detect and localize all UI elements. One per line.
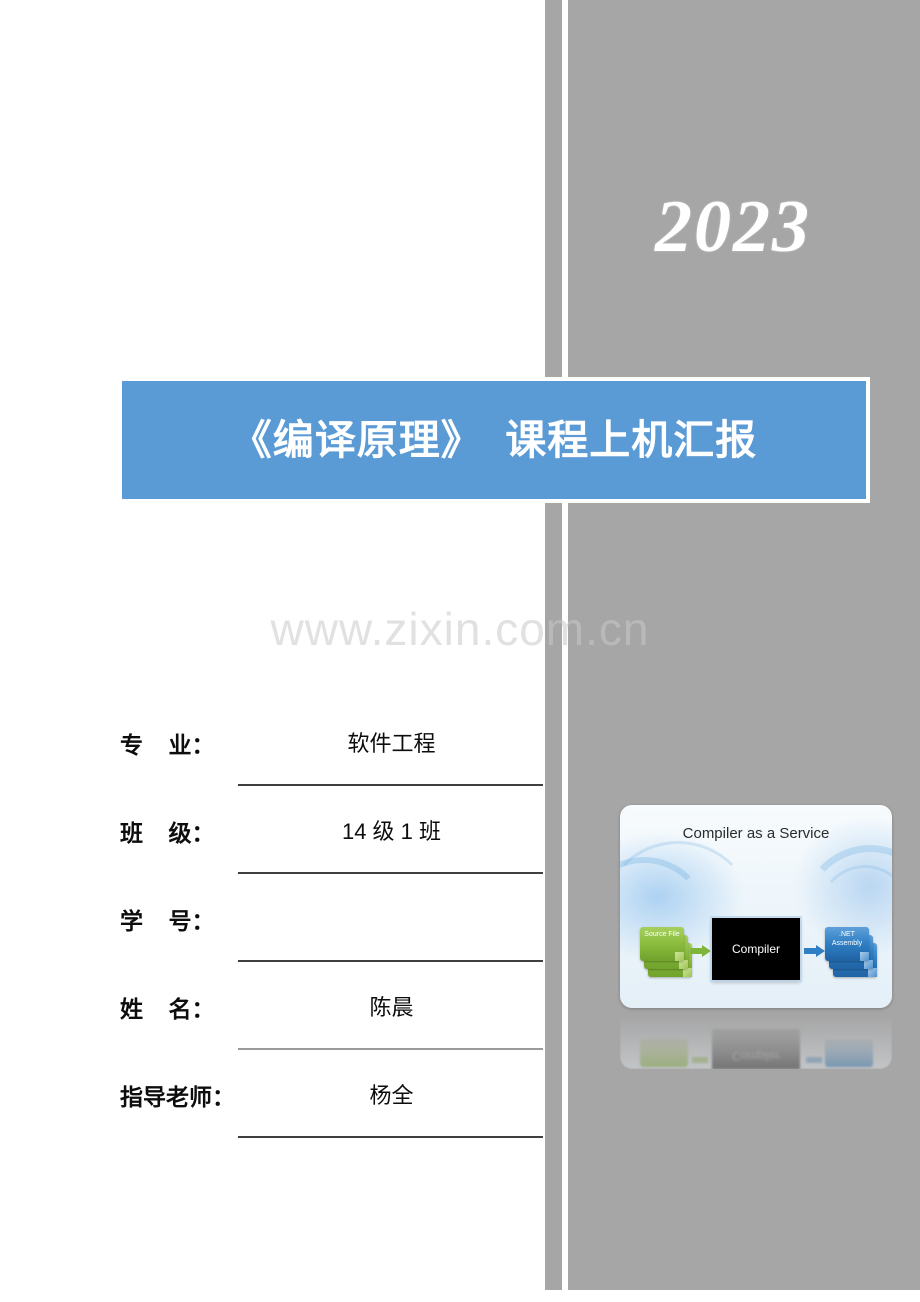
reflection-compiler-label: Compiler (731, 1049, 780, 1063)
document-title-bar: 《编译原理》 课程上机汇报 (122, 381, 866, 499)
field-value-name: 陈晨 (369, 995, 414, 1020)
reflection-assembly-stack (825, 1039, 873, 1067)
field-label-class: 班 级： (120, 820, 215, 846)
field-value-advisor: 杨全 (369, 1083, 414, 1108)
page-fold-icon (675, 952, 684, 961)
document-title: 《编译原理》 课程上机汇报 (230, 417, 758, 463)
field-label-major: 专 业： (120, 732, 215, 758)
compiler-diagram: Compiler as a Service Source File Compil… (620, 805, 892, 1069)
document-sheet: Source File (640, 927, 684, 961)
diagram-title: Compiler as a Service (682, 825, 830, 842)
field-row-student-id: 学 号： (120, 892, 545, 980)
field-label-name: 姓 名： (120, 996, 215, 1022)
document-sheet: .NET Assembly (825, 927, 869, 961)
source-file-stack-icon: Source File (640, 927, 692, 977)
arrow-right-icon (804, 945, 825, 957)
page-fold-icon (679, 960, 688, 969)
field-row-name: 姓 名： 陈晨 (120, 980, 545, 1068)
reflection-source-stack (640, 1039, 688, 1067)
net-assembly-label: .NET Assembly (831, 931, 863, 947)
compiler-box: Compiler (712, 918, 800, 980)
reflection-arrow (806, 1057, 822, 1063)
gray-band-narrow (545, 0, 562, 1290)
field-underline-student-id (238, 960, 543, 962)
field-row-major: 专 业： 软件工程 (120, 716, 545, 804)
field-underline-major (238, 784, 543, 786)
field-underline-advisor (238, 1136, 543, 1138)
page-fold-icon (683, 968, 692, 977)
field-label-advisor: 指导老师： (120, 1084, 235, 1110)
field-label-student-id: 学 号： (120, 908, 215, 934)
diagram-reflection: Compiler (620, 1011, 892, 1069)
arrow-right-icon (690, 945, 711, 957)
source-file-label: Source File (644, 931, 680, 938)
field-value-major: 软件工程 (347, 731, 436, 756)
field-underline-name (238, 1048, 543, 1050)
reflection-arrow (692, 1057, 708, 1063)
diagram-card: Compiler as a Service Source File Compil… (620, 805, 892, 1008)
field-value-class: 14 级 1 班 (341, 819, 442, 844)
net-assembly-stack-icon: .NET Assembly (825, 927, 877, 977)
field-row-class: 班 级： 14 级 1 班 (120, 804, 545, 892)
compiler-label: Compiler (731, 942, 780, 956)
field-row-advisor: 指导老师： 杨全 (120, 1068, 545, 1156)
page-fold-icon (860, 952, 869, 961)
page-fold-icon (868, 968, 877, 977)
year-label: 2023 (655, 186, 811, 268)
field-underline-class (238, 872, 543, 874)
page-fold-icon (864, 960, 873, 969)
cover-fields: 专 业： 软件工程 班 级： 14 级 1 班 学 号： 姓 名： 陈晨 指导老… (120, 716, 545, 1156)
